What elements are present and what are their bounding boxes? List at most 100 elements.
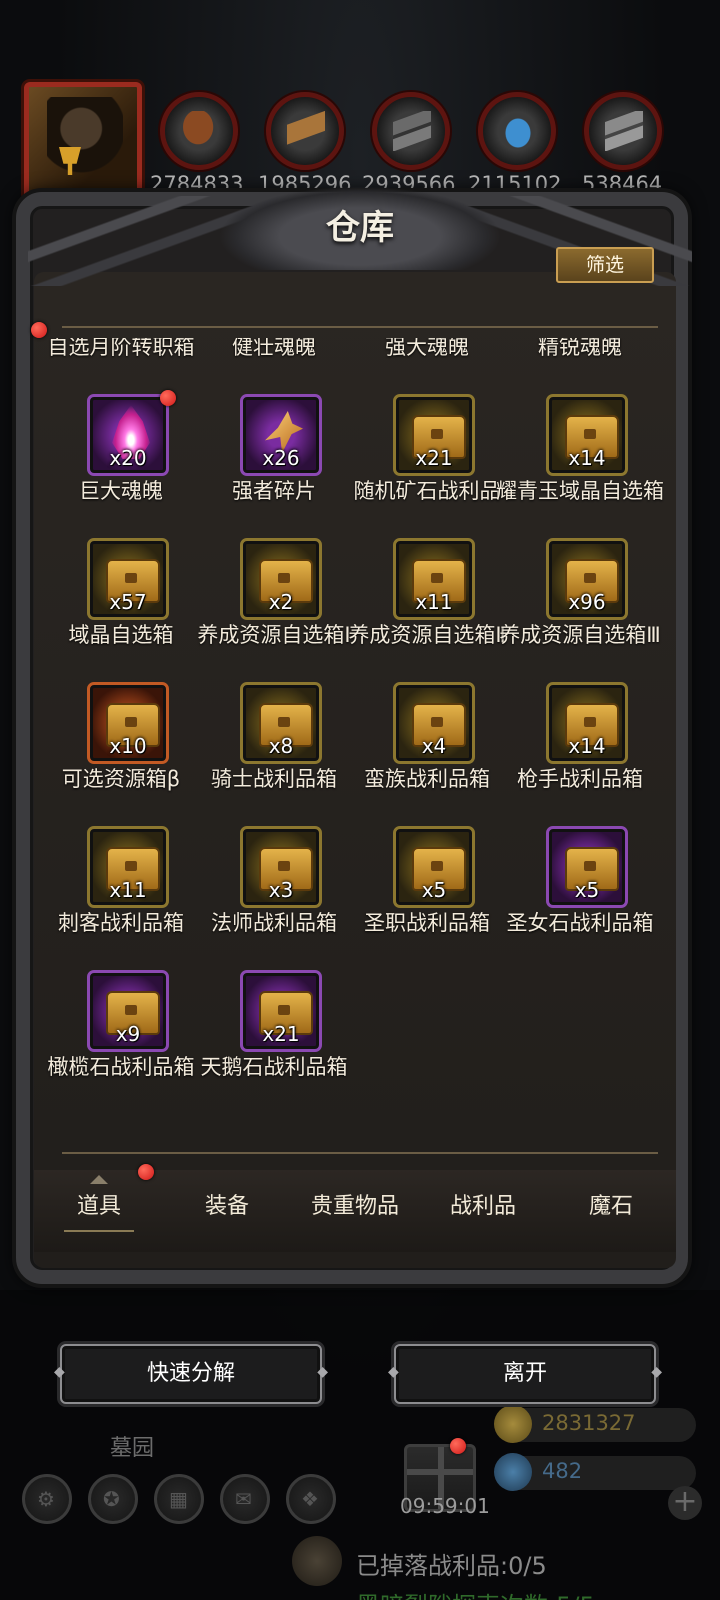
item-slot[interactable]: x10 可选资源箱β	[44, 680, 197, 824]
item-slot[interactable]: x4 蛮族战利品箱	[350, 680, 503, 824]
item-label: 骑士战利品箱	[211, 767, 337, 791]
item-count: x3	[268, 878, 294, 902]
tab-magic-stones[interactable]: 魔石	[546, 1184, 676, 1230]
tab-items[interactable]: 道具	[34, 1184, 164, 1232]
item-count: x20	[109, 446, 147, 470]
item-slot[interactable]: x20 巨大魂魄	[44, 390, 197, 536]
wood-resource[interactable]	[266, 92, 344, 170]
item-count: x4	[421, 734, 447, 758]
notification-dot	[31, 322, 47, 338]
divider-bottom	[62, 1152, 658, 1154]
item-slot[interactable]: x2 养成资源自选箱Ⅰ	[197, 536, 351, 680]
item-count: x9	[115, 1022, 141, 1046]
item-label: 圣女石战利品箱	[506, 911, 654, 935]
item-count: x57	[109, 590, 147, 614]
tab-items-badge	[138, 1164, 154, 1180]
item-count: x21	[415, 446, 453, 470]
item-slot[interactable]: x395健壮魂魄	[197, 338, 350, 392]
item-label: 天鹅石战利品箱	[200, 1055, 348, 1079]
gold-counter: 2831327	[494, 1405, 696, 1443]
item-count: x11	[109, 878, 147, 902]
item-label: 枪手战利品箱	[517, 767, 643, 791]
mail-icon[interactable]: ✉	[220, 1474, 270, 1524]
item-slot[interactable]: x3 法师战利品箱	[197, 824, 350, 968]
steel-resource[interactable]	[584, 92, 662, 170]
tab-equipment[interactable]: 装备	[162, 1184, 292, 1230]
loot-icon	[292, 1536, 342, 1586]
item-grid: x29自选月阶转职箱x395健壮魂魄x350强大魂魄x260精锐魂魄 x20 巨大魂…	[44, 338, 676, 1112]
item-label: 法师战利品箱	[211, 911, 337, 935]
item-slot[interactable]: x26 强者碎片	[197, 392, 350, 536]
divider-top	[62, 326, 658, 328]
active-tab-caret	[90, 1174, 108, 1184]
crystal-resource[interactable]	[478, 92, 556, 170]
item-label: 巨大魂魄	[79, 479, 163, 503]
item-label: 养成资源自选箱Ⅱ	[348, 623, 506, 647]
item-count: x10	[109, 734, 147, 758]
settings-icon[interactable]: ⚙	[22, 1474, 72, 1524]
item-slot[interactable]: x29自选月阶转职箱	[44, 338, 197, 392]
wood-icon	[287, 111, 325, 151]
item-count: x11	[415, 590, 453, 614]
item-label: 养成资源自选箱Ⅲ	[499, 623, 661, 647]
item-label: 随机矿石战利品	[353, 479, 501, 503]
panel-title: 仓库	[326, 208, 394, 248]
item-label: 橄榄石战利品箱	[47, 1055, 195, 1079]
gift-badge	[450, 1438, 466, 1454]
tab-valuables[interactable]: 贵重物品	[290, 1184, 420, 1230]
item-slot[interactable]: x9 橄榄石战利品箱	[44, 968, 197, 1112]
gem-icon	[494, 1453, 532, 1491]
item-count: x96	[568, 590, 606, 614]
location-label: 墓园	[110, 1436, 155, 1461]
item-count: x5	[574, 878, 600, 902]
item-count: x26	[262, 446, 300, 470]
item-label: 蛮族战利品箱	[364, 767, 490, 791]
item-label: 强者碎片	[232, 479, 316, 503]
filter-button[interactable]: 筛选	[556, 247, 654, 283]
item-label: 强大魂魄	[385, 338, 469, 359]
item-slot[interactable]: x8 骑士战利品箱	[197, 680, 350, 824]
item-label: 耀青玉域晶自选箱	[496, 479, 664, 503]
explore-status: 黑暗裂隙探索次数:5/5	[356, 1586, 595, 1600]
item-count: x5	[421, 878, 447, 902]
item-slot[interactable]: x5 圣女石战利品箱	[503, 824, 656, 968]
item-label: 可选资源箱β	[61, 767, 181, 791]
bag-icon[interactable]: ❖	[286, 1474, 336, 1524]
item-slot[interactable]: x11 刺客战利品箱	[44, 824, 197, 968]
add-currency-button[interactable]: +	[668, 1486, 702, 1520]
item-label: 刺客战利品箱	[58, 911, 184, 935]
meat-resource[interactable]	[160, 92, 238, 170]
item-slot[interactable]: x260精锐魂魄	[503, 338, 656, 392]
map-icon[interactable]: ▦	[154, 1474, 204, 1524]
item-slot[interactable]: x21 天鹅石战利品箱	[197, 968, 350, 1112]
item-slot[interactable]: x14 耀青玉域晶自选箱	[496, 392, 664, 536]
item-grid-scroll[interactable]: x29自选月阶转职箱x395健壮魂魄x350强大魂魄x260精锐魂魄 x20 巨大魂…	[44, 338, 676, 1164]
gold-value: 2831327	[542, 1411, 636, 1435]
iron-resource[interactable]	[372, 92, 450, 170]
item-slot[interactable]: x11 养成资源自选箱Ⅱ	[348, 536, 506, 680]
loot-status: 已掉落战利品:0/5	[356, 1552, 547, 1580]
gift-timer: 09:59:01	[400, 1494, 490, 1518]
new-item-badge	[160, 390, 176, 406]
item-slot[interactable]: x96 养成资源自选箱Ⅲ	[499, 536, 661, 680]
item-slot[interactable]: x5 圣职战利品箱	[350, 824, 503, 968]
iron-icon	[393, 111, 431, 151]
item-slot[interactable]: x14 枪手战利品箱	[503, 680, 656, 824]
item-label: 自选月阶转职箱	[47, 338, 195, 359]
quick-decompose-button[interactable]: 快速分解	[54, 1344, 328, 1404]
item-count: x14	[568, 446, 606, 470]
gold-coin-icon	[494, 1405, 532, 1443]
leave-button[interactable]: 离开	[388, 1344, 662, 1404]
item-slot[interactable]: x21 随机矿石战利品	[350, 392, 503, 536]
item-count: x8	[268, 734, 294, 758]
gem-counter: 482	[494, 1453, 696, 1491]
item-slot[interactable]: x57 域晶自选箱	[44, 536, 197, 680]
item-label: 精锐魂魄	[538, 338, 622, 359]
item-count: x21	[262, 1022, 300, 1046]
steel-icon	[605, 111, 643, 151]
item-count: x2	[268, 590, 294, 614]
item-slot[interactable]: x350强大魂魄	[350, 338, 503, 392]
hero-portrait[interactable]	[24, 82, 142, 200]
emblem-icon[interactable]: ✪	[88, 1474, 138, 1524]
tab-loot[interactable]: 战利品	[418, 1184, 548, 1230]
